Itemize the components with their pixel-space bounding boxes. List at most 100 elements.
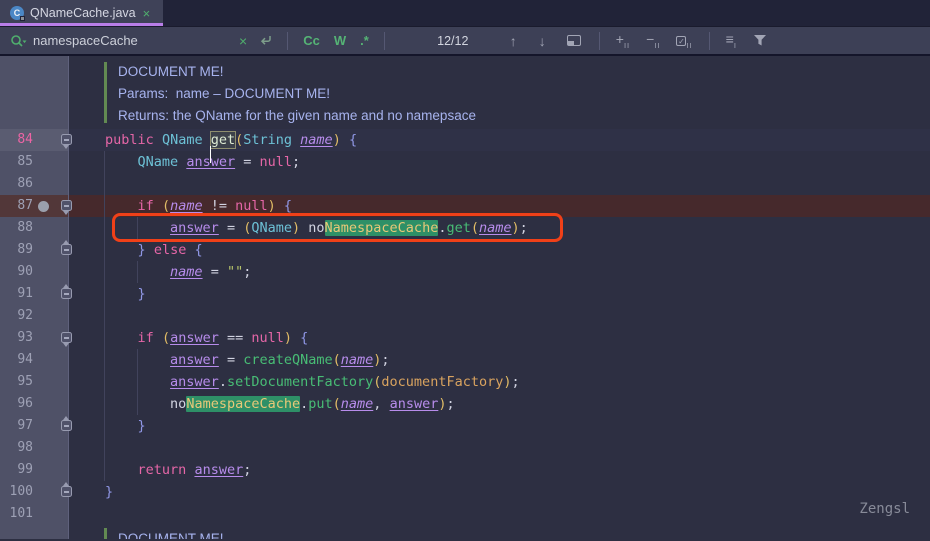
- line-number: 95: [0, 371, 33, 393]
- gutter-cell[interactable]: [0, 56, 69, 129]
- search-icon[interactable]: [10, 34, 27, 48]
- code-text[interactable]: [69, 173, 930, 195]
- line-number: 85: [0, 151, 33, 173]
- gutter-cell[interactable]: 93: [0, 327, 69, 349]
- code-text[interactable]: answer = (QName) noNamespaceCache.get(na…: [69, 217, 930, 239]
- code-text[interactable]: answer.setDocumentFactory(documentFactor…: [69, 371, 930, 393]
- gutter-cell[interactable]: 100: [0, 481, 69, 503]
- find-bar: × Cc W .* 12/12 ↑ ↓ +II −II ✓II ≡I: [0, 27, 930, 56]
- code-text[interactable]: }: [69, 415, 930, 437]
- code-line-91: 91 }: [0, 283, 930, 305]
- code-line-86: 86: [0, 173, 930, 195]
- remove-occurrence-icon[interactable]: −II: [638, 31, 668, 50]
- add-occurrence-icon[interactable]: +II: [608, 31, 638, 50]
- code-line-95: 95 answer.setDocumentFactory(documentFac…: [0, 371, 930, 393]
- tab-qnamecache-java[interactable]: C QNameCache.java ×: [0, 0, 163, 26]
- gutter-cell[interactable]: 88: [0, 217, 69, 239]
- code-text[interactable]: [69, 503, 930, 525]
- search-options-icon[interactable]: ≡I: [718, 31, 745, 50]
- fold-end-icon[interactable]: [61, 486, 72, 497]
- code-text[interactable]: return answer;: [69, 459, 930, 481]
- gutter-cell[interactable]: 97: [0, 415, 69, 437]
- previous-occurrence-icon[interactable]: ↑: [499, 33, 528, 49]
- doc-line: Returns: the QName for the given name an…: [118, 105, 930, 127]
- gutter-cell[interactable]: 95: [0, 371, 69, 393]
- gutter-cell[interactable]: 84: [0, 129, 69, 151]
- indent-guide: [137, 261, 138, 283]
- code-text[interactable]: [69, 305, 930, 327]
- gutter-cell[interactable]: 101: [0, 503, 69, 525]
- words-toggle[interactable]: W: [327, 33, 353, 48]
- code-text[interactable]: noNamespaceCache.put(name, answer);: [69, 393, 930, 415]
- doc-line: DOCUMENT ME!: [118, 528, 930, 539]
- code-text[interactable]: public QName get(String name) {: [69, 129, 930, 151]
- gutter-cell[interactable]: 87: [0, 195, 69, 217]
- code-text[interactable]: QName answer = null;: [69, 151, 930, 173]
- gutter-cell[interactable]: 89: [0, 239, 69, 261]
- code-text[interactable]: name = "";: [69, 261, 930, 283]
- line-number: 94: [0, 349, 33, 371]
- editor-rows: 84 public QName get(String name) {85 QNa…: [0, 129, 930, 525]
- line-number: 99: [0, 459, 33, 481]
- fold-start-icon[interactable]: [61, 134, 72, 145]
- gutter-cell[interactable]: 85: [0, 151, 69, 173]
- rendered-doc-comment: DOCUMENT ME! Params: name – DOCUMENT ME!…: [0, 56, 930, 129]
- line-number: 93: [0, 327, 33, 349]
- gutter-cell[interactable]: 90: [0, 261, 69, 283]
- gutter-cell[interactable]: 86: [0, 173, 69, 195]
- regex-toggle[interactable]: .*: [353, 33, 376, 48]
- indent-guide: [137, 217, 138, 239]
- newline-icon[interactable]: [253, 34, 279, 47]
- active-tab-underline: [0, 23, 163, 26]
- gutter-cell[interactable]: 91: [0, 283, 69, 305]
- doc-line: DOCUMENT ME!: [118, 61, 930, 83]
- fold-start-icon[interactable]: [61, 332, 72, 343]
- editor[interactable]: DOCUMENT ME! Params: name – DOCUMENT ME!…: [0, 56, 930, 539]
- code-text[interactable]: if (answer == null) {: [69, 327, 930, 349]
- search-input[interactable]: [33, 33, 233, 48]
- next-occurrence-icon[interactable]: ↓: [528, 33, 557, 49]
- doc-line: Params: name – DOCUMENT ME!: [118, 83, 930, 105]
- doc-comment-bar: [104, 528, 107, 539]
- gutter-cell[interactable]: 94: [0, 349, 69, 371]
- doc-comment-bar: [104, 62, 107, 123]
- class-icon: C: [10, 6, 24, 20]
- gutter-cell[interactable]: 92: [0, 305, 69, 327]
- code-text[interactable]: [69, 437, 930, 459]
- code-line-97: 97 }: [0, 415, 930, 437]
- select-all-occurrences-icon[interactable]: ✓II: [668, 31, 700, 50]
- code-line-85: 85 QName answer = null;: [0, 151, 930, 173]
- code-line-100: 100 }: [0, 481, 930, 503]
- fold-end-icon[interactable]: [61, 288, 72, 299]
- breakpoint-icon[interactable]: [38, 201, 49, 212]
- fold-end-icon[interactable]: [61, 244, 72, 255]
- gutter-cell[interactable]: [0, 525, 69, 539]
- code-line-89: 89 } else {: [0, 239, 930, 261]
- line-number: 98: [0, 437, 33, 459]
- rendered-doc-comment-bottom: DOCUMENT ME!: [0, 525, 930, 539]
- open-in-find-window-icon[interactable]: [567, 35, 581, 46]
- match-count: 12/12: [421, 34, 485, 48]
- clear-search-icon[interactable]: ×: [233, 33, 253, 49]
- gutter-cell[interactable]: 96: [0, 393, 69, 415]
- fold-start-icon[interactable]: [61, 200, 72, 211]
- code-text[interactable]: answer = createQName(name);: [69, 349, 930, 371]
- divider: [599, 32, 600, 50]
- divider: [287, 32, 288, 50]
- gutter-cell[interactable]: 98: [0, 437, 69, 459]
- code-line-94: 94 answer = createQName(name);: [0, 349, 930, 371]
- code-text[interactable]: if (name != null) {: [69, 195, 930, 217]
- gutter-cell[interactable]: 99: [0, 459, 69, 481]
- code-line-88: 88 answer = (QName) noNamespaceCache.get…: [0, 217, 930, 239]
- match-case-toggle[interactable]: Cc: [296, 33, 327, 48]
- code-text[interactable]: } else {: [69, 239, 930, 261]
- code-line-99: 99 return answer;: [0, 459, 930, 481]
- line-number: 97: [0, 415, 33, 437]
- tab-close-icon[interactable]: ×: [142, 7, 152, 20]
- code-text[interactable]: }: [69, 283, 930, 305]
- line-number: 89: [0, 239, 33, 261]
- code-text[interactable]: }: [69, 481, 930, 503]
- filter-icon[interactable]: [745, 34, 775, 47]
- fold-end-icon[interactable]: [61, 420, 72, 431]
- editor-tab-bar: C QNameCache.java ×: [0, 0, 930, 27]
